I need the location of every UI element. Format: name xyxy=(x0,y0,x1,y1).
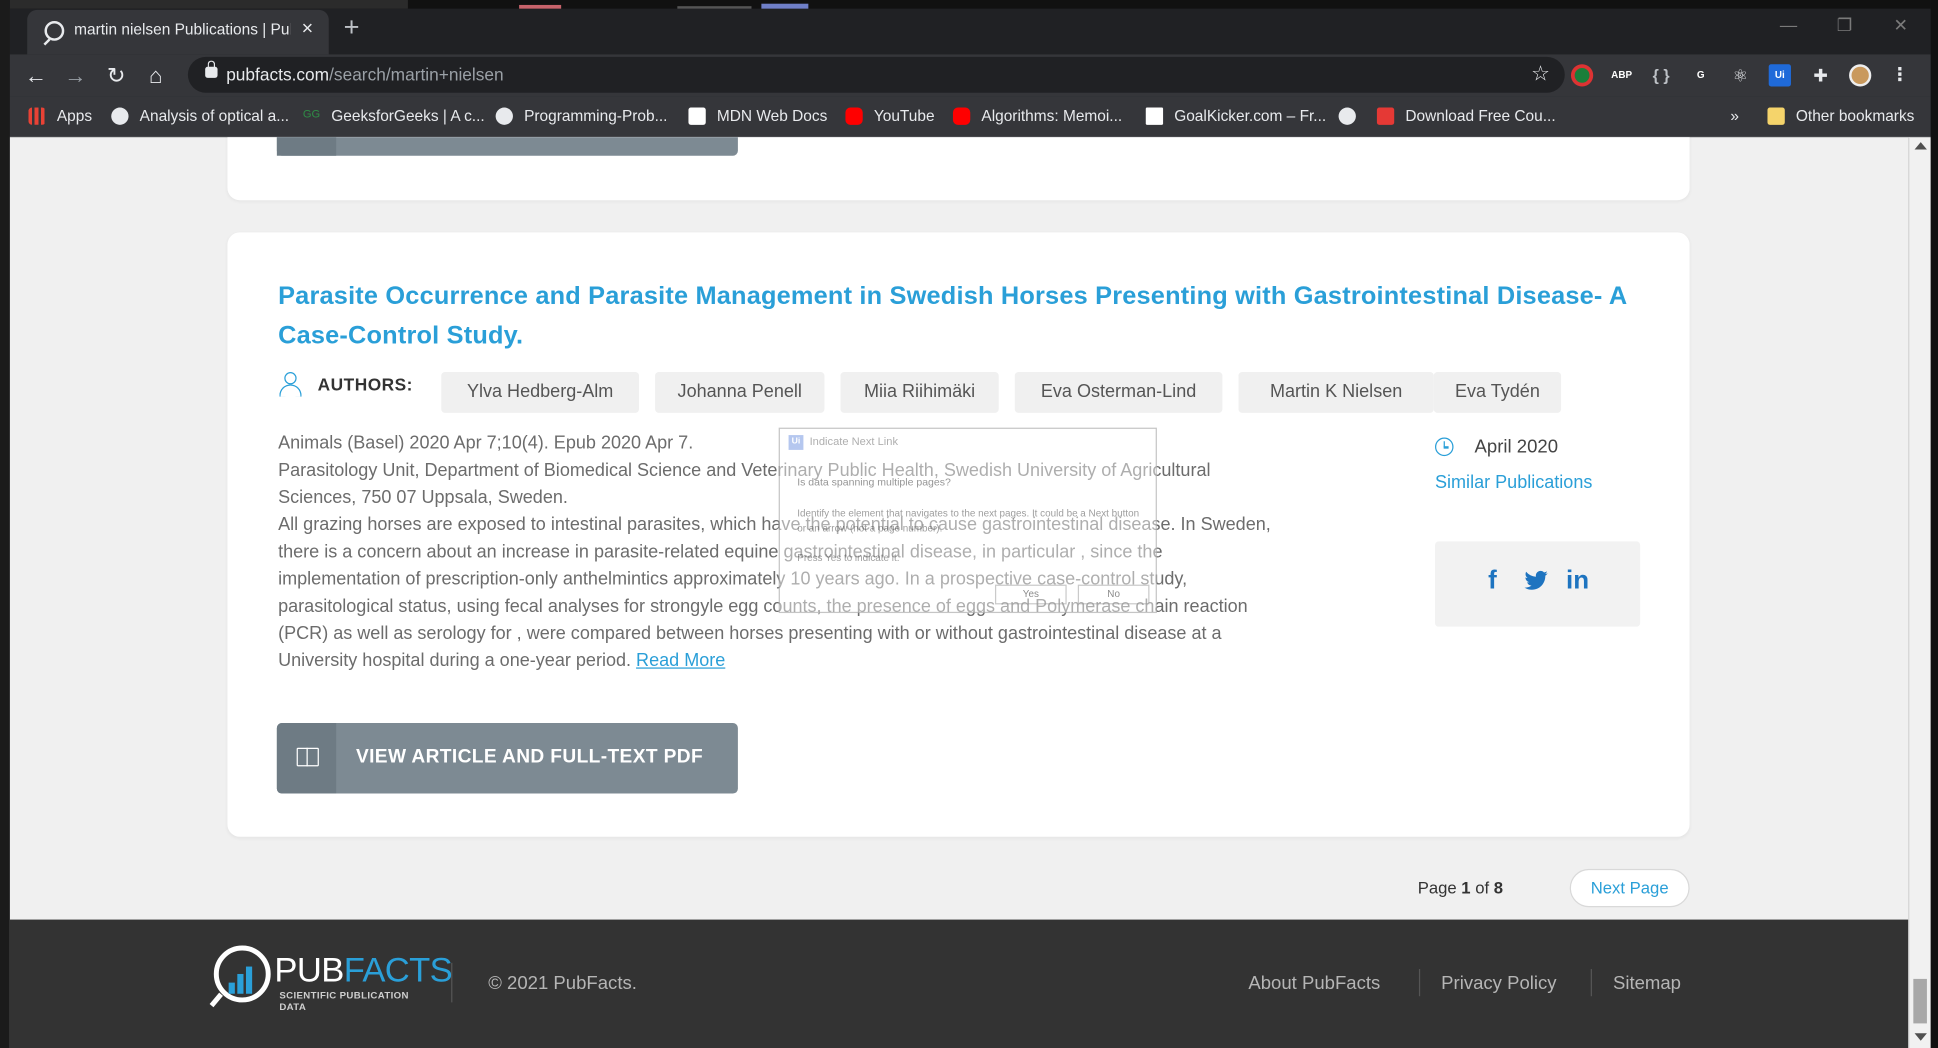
indicate-next-link-dialog: Ui Indicate Next Link Is data spanning m… xyxy=(778,427,1157,614)
gfg-icon: GG xyxy=(302,107,321,120)
bookmark-star-icon[interactable]: ☆ xyxy=(1531,62,1550,87)
about-link[interactable]: About PubFacts xyxy=(1248,973,1380,994)
grammarly-icon[interactable]: G xyxy=(1690,64,1712,86)
bookmark-item[interactable]: Analysis of optical a... xyxy=(111,105,289,127)
author-tag[interactable]: Miia Riihimäki xyxy=(840,372,999,413)
author-tag[interactable]: Eva Osterman-Lind xyxy=(1014,372,1223,413)
bookmark-item[interactable]: GG GeeksforGeeks | A c... xyxy=(303,105,485,127)
goalkicker-icon xyxy=(1145,107,1164,125)
lock-icon[interactable] xyxy=(205,60,218,78)
youtube-icon xyxy=(952,107,971,125)
browser-toolbar: ← → ↻ ⌂ pubfacts.com/search/martin+niels… xyxy=(9,54,1931,97)
globe-icon xyxy=(1338,107,1356,125)
page-indicator: Page 1 of 8 xyxy=(1417,878,1504,898)
bookmark-apps[interactable]: Apps xyxy=(28,105,92,127)
extension-record-icon[interactable] xyxy=(1570,64,1594,87)
bookmark-item[interactable]: Download Free Cou... xyxy=(1376,105,1556,127)
new-tab-button[interactable]: + xyxy=(344,13,360,41)
forward-arrow-icon[interactable]: → xyxy=(61,61,91,91)
reload-icon[interactable]: ↻ xyxy=(101,61,131,91)
minimize-button[interactable]: — xyxy=(1780,15,1797,35)
mdn-icon xyxy=(688,107,706,125)
bookmark-item[interactable]: MDN Web Docs xyxy=(688,105,827,127)
scrollbar-thumb[interactable] xyxy=(1913,978,1927,1024)
book-icon xyxy=(296,747,319,767)
linkedin-icon[interactable]: in xyxy=(1566,566,1589,596)
dialog-instruction: Press Yes to indicate it. xyxy=(797,552,900,564)
scroll-up-icon[interactable] xyxy=(1914,142,1927,150)
uipath-extension-icon[interactable]: Ui xyxy=(1768,64,1791,87)
previous-article-card xyxy=(227,137,1690,201)
person-icon xyxy=(278,372,303,397)
uipath-logo-icon: Ui xyxy=(788,435,804,450)
profile-avatar[interactable] xyxy=(1849,64,1872,87)
pubfacts-logo[interactable]: PUBFACTS SCIENTIFIC PUBLICATION DATA xyxy=(210,943,453,1017)
extensions-puzzle-icon[interactable]: ✚ xyxy=(1810,64,1832,86)
site-footer: PUBFACTS SCIENTIFIC PUBLICATION DATA © 2… xyxy=(9,919,1909,1048)
scroll-down-icon[interactable] xyxy=(1914,1033,1927,1041)
dialog-no-button[interactable]: No xyxy=(1077,584,1150,605)
tab-title: martin nielsen Publications | Pub xyxy=(74,21,291,39)
bookmark-item[interactable]: YouTube xyxy=(845,105,935,127)
url-text[interactable]: pubfacts.com/search/martin+nielsen xyxy=(226,64,504,84)
pubfacts-favicon-icon xyxy=(44,21,65,41)
view-article-pdf-button[interactable]: VIEW ARTICLE AND FULL-TEXT PDF xyxy=(276,723,738,794)
bookmark-item[interactable]: Algorithms: Memoi... xyxy=(952,105,1122,127)
restore-button[interactable]: ❐ xyxy=(1837,15,1853,36)
tab-close-icon[interactable]: × xyxy=(302,17,314,42)
adblock-plus-icon[interactable]: ABP xyxy=(1611,64,1633,86)
desktop-edge-left xyxy=(0,0,10,1048)
github-icon xyxy=(495,107,513,125)
page-scrollbar[interactable] xyxy=(1908,137,1931,1048)
json-viewer-icon[interactable]: { } xyxy=(1650,64,1672,86)
screen: martin nielsen Publications | Pub × + — … xyxy=(0,0,1938,1048)
sitemap-link[interactable]: Sitemap xyxy=(1613,973,1681,994)
read-more-link[interactable]: Read More xyxy=(636,651,725,671)
close-window-button[interactable]: ✕ xyxy=(1894,15,1909,36)
author-tag[interactable]: Martin K Nielsen xyxy=(1238,372,1434,413)
author-tag[interactable]: Ylva Hedberg-Alm xyxy=(441,372,640,413)
dialog-description: Identify the element that navigates to t… xyxy=(797,507,1140,534)
facebook-icon[interactable]: f xyxy=(1488,566,1497,596)
chrome-menu-icon[interactable]: ⋮ xyxy=(1889,64,1911,86)
clock-icon xyxy=(1434,437,1454,457)
apps-grid-icon xyxy=(28,107,46,125)
react-devtools-icon[interactable]: ⚛ xyxy=(1729,64,1751,86)
author-tag[interactable]: Johanna Penell xyxy=(655,372,825,413)
browser-tab[interactable]: martin nielsen Publications | Pub × xyxy=(27,9,329,55)
back-arrow-icon[interactable]: ← xyxy=(21,61,51,91)
author-tag[interactable]: Eva Tydén xyxy=(1433,372,1562,413)
globe-icon xyxy=(111,107,129,125)
bookmarks-bar: Apps Analysis of optical a... GG Geeksfor… xyxy=(9,96,1931,138)
share-box: f in xyxy=(1434,541,1641,627)
article-title-link[interactable]: Parasite Occurrence and Parasite Managem… xyxy=(278,277,1650,356)
dialog-title: Indicate Next Link xyxy=(809,435,899,448)
privacy-policy-link[interactable]: Privacy Policy xyxy=(1441,973,1556,994)
address-bar[interactable]: pubfacts.com/search/martin+nielsen ☆ xyxy=(187,56,1565,93)
desktop-edge-right xyxy=(1930,0,1938,1048)
bookmark-item[interactable]: GoalKicker.com – Fr... xyxy=(1145,105,1326,127)
previous-pdf-button[interactable] xyxy=(276,137,738,156)
home-icon[interactable]: ⌂ xyxy=(141,61,171,91)
copyright-text: © 2021 PubFacts. xyxy=(488,972,637,994)
taskbar-strip xyxy=(9,0,1931,9)
dialog-question: Is data spanning multiple pages? xyxy=(797,475,951,489)
publication-date: April 2020 xyxy=(1434,436,1558,457)
fco-icon xyxy=(1376,107,1395,125)
bookmark-item[interactable] xyxy=(1338,105,1367,127)
authors-label: AUTHORS: xyxy=(278,372,413,397)
dialog-yes-button[interactable]: Yes xyxy=(994,584,1067,605)
bookmark-item[interactable]: Programming-Prob... xyxy=(495,105,667,127)
bookmarks-overflow-button[interactable]: » xyxy=(1730,105,1739,127)
other-bookmarks[interactable]: Other bookmarks xyxy=(1767,105,1914,127)
next-page-button[interactable]: Next Page xyxy=(1569,868,1690,908)
twitter-icon[interactable] xyxy=(1524,566,1549,601)
similar-publications-link[interactable]: Similar Publications xyxy=(1435,473,1592,493)
folder-icon xyxy=(1767,107,1785,125)
youtube-icon xyxy=(845,107,863,125)
